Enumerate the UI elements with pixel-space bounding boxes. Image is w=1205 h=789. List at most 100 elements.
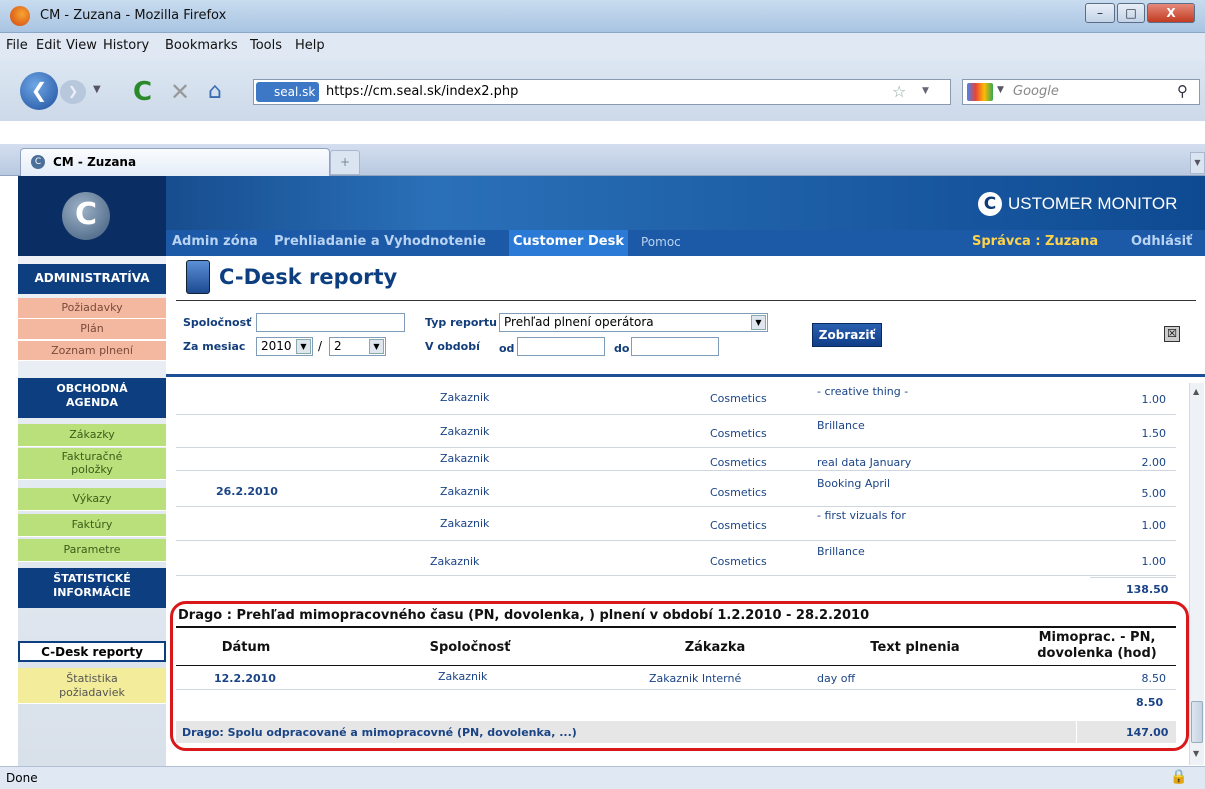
menu-view[interactable]: View (66, 38, 97, 53)
table-row: Zakaznik Cosmetics - creative thing - 1.… (176, 383, 1176, 415)
row-company: Zakaznik (430, 555, 480, 568)
month-value: 2 (334, 339, 342, 353)
history-dropdown-icon[interactable]: ▼ (93, 84, 101, 95)
row-hours: 1.00 (1141, 393, 1167, 406)
close-button[interactable]: X (1147, 3, 1195, 23)
chevron-down-icon[interactable]: ▼ (296, 339, 311, 354)
forward-icon[interactable]: ❯ (60, 80, 86, 104)
minimize-button[interactable]: – (1085, 3, 1115, 23)
sidebar-item-zoznam-plneni[interactable]: Zoznam plnení (18, 340, 166, 361)
scroll-up-icon[interactable]: ▲ (1193, 387, 1199, 396)
row-company: Zakaznik (440, 485, 490, 498)
row-company: Zakaznik (440, 517, 490, 530)
scroll-down-icon[interactable]: ▼ (1193, 749, 1199, 758)
address-bar[interactable]: seal.sk https://cm.seal.sk/index2.php ☆ … (253, 79, 951, 105)
table-row: 26.2.2010 Zakaznik Cosmetics Booking Apr… (176, 471, 1176, 507)
url-dropdown-icon[interactable]: ▼ (922, 86, 929, 96)
row-text: real data January (817, 456, 912, 469)
search-icon[interactable]: ⚲ (1177, 82, 1188, 100)
nav-prehliadanie[interactable]: Prehliadanie a Vyhodnotenie (274, 234, 486, 249)
company-input[interactable] (256, 313, 405, 332)
from-date-input[interactable] (517, 337, 605, 356)
tab-favicon-icon: C (31, 155, 45, 169)
bookmark-star-icon[interactable]: ☆ (892, 82, 906, 101)
logo-c-icon: C (62, 192, 110, 240)
sidebar-item-plan[interactable]: Plán (18, 319, 166, 340)
engine-dropdown-icon[interactable]: ▼ (997, 85, 1004, 95)
sidebar-item-vykazy[interactable]: Výkazy (18, 488, 166, 511)
sidebar-item-fakturacne-polozky[interactable]: Fakturačné položky (18, 448, 166, 480)
window-title: CM - Zuzana - Mozilla Firefox (40, 8, 227, 23)
home-icon[interactable]: ⌂ (208, 79, 222, 104)
subtotal-value: 138.50 (1126, 583, 1169, 596)
row-hours: 5.00 (1141, 487, 1167, 500)
status-text: Done (6, 771, 38, 785)
month-select[interactable]: 2 ▼ (329, 337, 386, 356)
search-placeholder: Google (1013, 84, 1059, 99)
back-icon[interactable]: ❮ (20, 72, 58, 110)
content-scrollbar[interactable]: ▲ ▼ (1189, 383, 1204, 765)
table-row: Zakaznik Cosmetics Brillance 1.50 (176, 415, 1176, 448)
scroll-thumb[interactable] (1191, 701, 1203, 743)
brand-c-icon: C (978, 192, 1002, 216)
menu-tools[interactable]: Tools (250, 38, 282, 53)
row-text: Brillance (817, 419, 865, 432)
menu-history[interactable]: History (103, 38, 149, 53)
logout-link[interactable]: Odhlásiť (1131, 234, 1192, 249)
filters-divider (166, 374, 1205, 377)
row-date: 26.2.2010 (216, 485, 278, 498)
sidebar-item-parametre[interactable]: Parametre (18, 539, 166, 562)
reload-icon[interactable]: C (133, 77, 152, 107)
url-text[interactable]: https://cm.seal.sk/index2.php (326, 84, 518, 99)
row-hours: 1.50 (1141, 427, 1167, 440)
chevron-down-icon[interactable]: ▼ (751, 315, 766, 330)
google-engine-icon[interactable] (967, 83, 993, 101)
lock-icon[interactable]: 🔒 (1170, 769, 1187, 785)
row-order: Cosmetics (710, 392, 767, 405)
table-row: Zakaznik Cosmetics Brillance 1.00 (176, 541, 1176, 576)
sidebar-item-c-desk-reporty[interactable]: C-Desk reporty (18, 641, 166, 662)
month-label: Za mesiac (183, 340, 246, 353)
menu-bookmarks[interactable]: Bookmarks (165, 38, 238, 53)
report-icon (186, 260, 210, 294)
sidebar-item-statistika-poziadaviek[interactable]: Štatistika požiadaviek (18, 668, 166, 704)
tab-label: CM - Zuzana (53, 155, 137, 169)
row-hours: 2.00 (1141, 456, 1167, 469)
sidebar-item-faktury[interactable]: Faktúry (18, 514, 166, 537)
menu-help[interactable]: Help (295, 38, 325, 53)
window-titlebar: CM - Zuzana - Mozilla Firefox – □ X (0, 0, 1205, 33)
show-button[interactable]: Zobraziť (812, 323, 882, 347)
subtotal-divider (1090, 577, 1176, 578)
company-label: Spoločnosť (183, 316, 252, 329)
sidebar-item-zakazky[interactable]: Zákazky (18, 424, 166, 447)
nav-admin-zona[interactable]: Admin zóna (172, 234, 258, 249)
brand-name: USTOMER MONITOR (1008, 194, 1178, 213)
menu-edit[interactable]: Edit (36, 38, 61, 53)
date-separator: / (318, 339, 323, 353)
report-type-value: Prehľad plnení operátora (504, 315, 654, 329)
stop-icon[interactable]: ✕ (170, 78, 190, 106)
maximize-button[interactable]: □ (1117, 3, 1145, 23)
site-identity-badge[interactable]: seal.sk (256, 82, 320, 102)
table-row: Zakaznik Cosmetics - first vizuals for 1… (176, 507, 1176, 541)
page-title: C-Desk reporty (219, 265, 398, 289)
nav-customer-desk[interactable]: Customer Desk (509, 230, 628, 256)
export-icon[interactable]: ☒ (1164, 326, 1180, 342)
search-bar[interactable]: ▼ Google ⚲ (962, 79, 1200, 105)
sidebar-item-poziadavky[interactable]: Požiadavky (18, 298, 166, 319)
tab-cm-zuzana[interactable]: C CM - Zuzana (20, 148, 330, 176)
new-tab-button[interactable]: + (330, 150, 360, 175)
year-select[interactable]: 2010 ▼ (256, 337, 313, 356)
firefox-icon (10, 6, 30, 26)
to-label: do (614, 342, 630, 355)
chevron-down-icon[interactable]: ▼ (369, 339, 384, 354)
tab-list-icon[interactable]: ▼ (1190, 152, 1205, 174)
report-type-select[interactable]: Prehľad plnení operátora ▼ (499, 313, 768, 332)
to-date-input[interactable] (631, 337, 719, 356)
row-company: Zakaznik (440, 452, 490, 465)
logo-area: C (18, 176, 166, 256)
menu-file[interactable]: File (6, 38, 28, 53)
nav-pomoc[interactable]: Pomoc (641, 235, 681, 249)
row-text: Booking April (817, 477, 891, 490)
table-row: Zakaznik Cosmetics real data January 2.0… (176, 448, 1176, 471)
